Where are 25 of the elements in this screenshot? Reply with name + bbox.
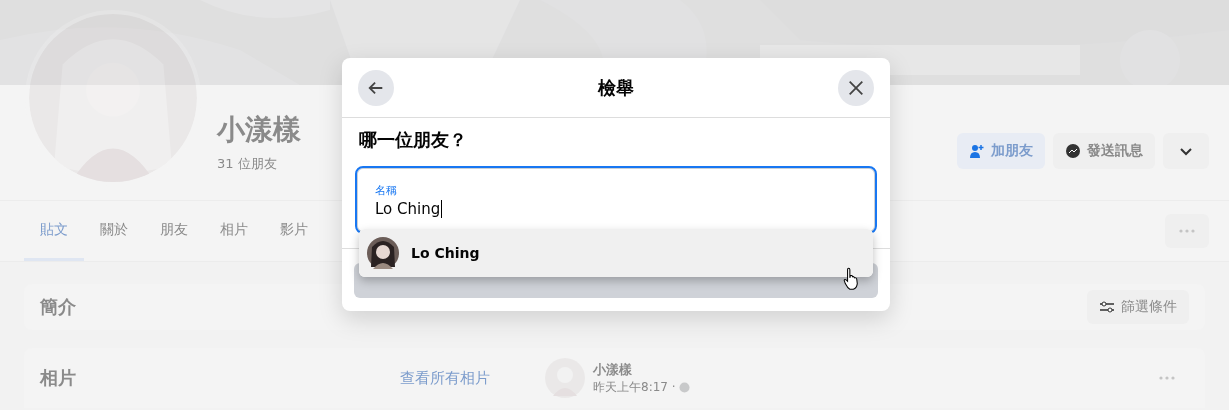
filter-button[interactable]: 篩選條件 [1087, 290, 1189, 324]
message-button[interactable]: 發送訊息 [1053, 133, 1155, 169]
suggestion-item[interactable]: Lo Ching [359, 229, 873, 277]
profile-tab[interactable]: 關於 [84, 201, 144, 261]
profile-tab[interactable]: 朋友 [144, 201, 204, 261]
question-text: 哪一位朋友？ [359, 128, 468, 152]
more-button[interactable] [1165, 214, 1209, 248]
more-icon [1179, 229, 1195, 233]
add-friend-button[interactable]: 加朋友 [957, 133, 1045, 169]
hand-cursor-icon [843, 267, 859, 291]
add-person-icon [969, 143, 985, 159]
sliders-icon [1099, 299, 1115, 315]
profile-tab[interactable]: 影片 [264, 201, 324, 261]
post-time: 昨天上午8:17 · [593, 378, 676, 396]
post-author: 小漾樣 [593, 360, 633, 379]
friend-count: 31 位朋友 [217, 155, 278, 173]
profile-tab[interactable]: 相片 [204, 201, 264, 261]
messenger-icon [1065, 143, 1081, 159]
profile-tab[interactable]: 貼文 [24, 201, 84, 261]
see-all-photos-link[interactable]: 查看所有相片 [400, 368, 545, 388]
more-options-button[interactable] [1163, 133, 1209, 169]
profile-name: 小漾樣 [217, 112, 301, 148]
section-title: 相片 [40, 366, 77, 390]
more-icon [1159, 376, 1175, 380]
section-title: 簡介 [40, 295, 77, 319]
